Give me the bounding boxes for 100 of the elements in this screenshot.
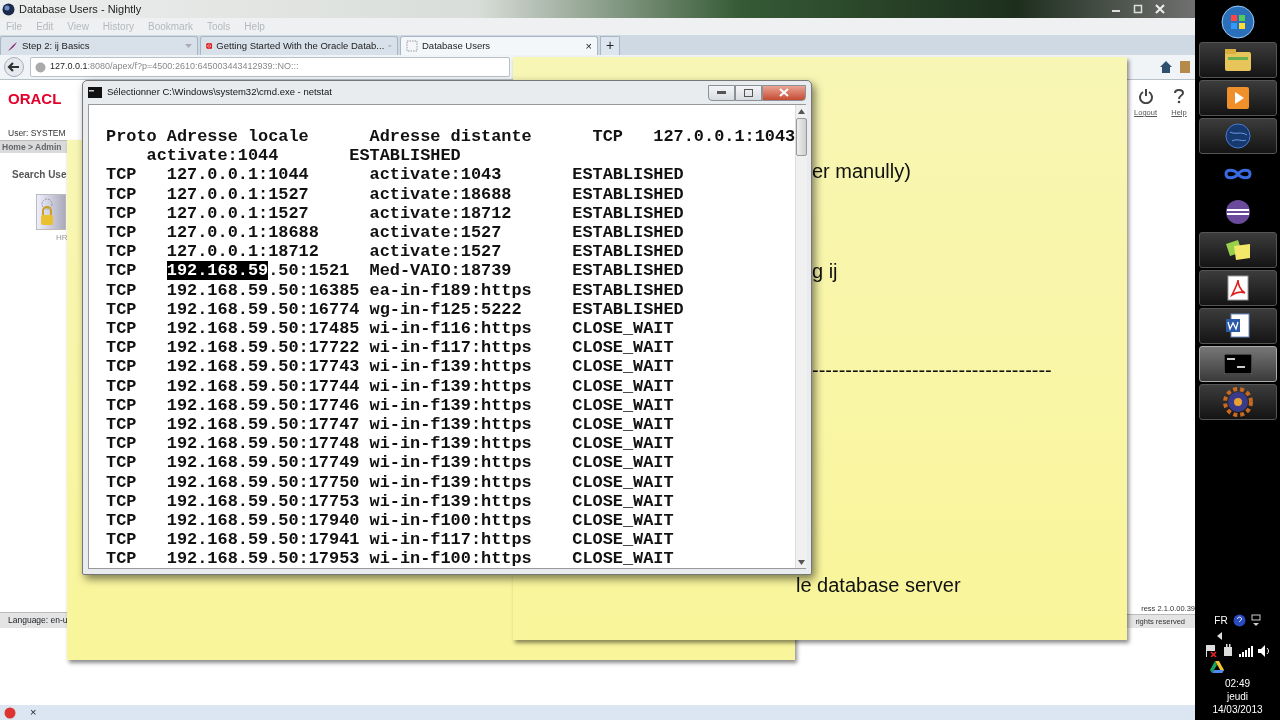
folder-icon	[1223, 48, 1252, 72]
taskbar-button[interactable]	[1198, 232, 1277, 268]
console-cell-text: wi-in-f100:https	[369, 549, 533, 569]
scroll-down-icon[interactable]	[798, 560, 806, 565]
console-cell-text: 192.168.59.50:17485	[166, 319, 361, 339]
console-cell-text: CLOSE_WAIT	[572, 472, 675, 492]
close-button[interactable]: ×	[30, 704, 37, 720]
console-cell-text: CLOSE_WAIT	[572, 357, 675, 377]
window-title: Database Users - Nightly	[19, 1, 142, 17]
user-label: User: SYSTEM	[8, 126, 66, 140]
infinity-icon[interactable]	[1222, 167, 1253, 181]
oracle-tab-icon	[206, 40, 213, 52]
console-cell-text: wi-in-f117:https	[369, 338, 533, 358]
console-cell-text: TCP	[106, 242, 138, 262]
language-bar-icon[interactable]	[1250, 614, 1261, 627]
maximize-button[interactable]	[735, 84, 762, 101]
console-cell-text: CLOSE_WAIT	[572, 491, 675, 512]
scroll-up-icon[interactable]	[798, 109, 806, 114]
power-plug-icon[interactable]	[1221, 644, 1234, 657]
console-cell-text: wi-in-f139:https	[369, 395, 533, 416]
minimize-button[interactable]	[708, 84, 735, 101]
console-cell-text: TCP	[106, 299, 138, 320]
console-cell-text: 192.168.59.50:17747	[166, 415, 361, 435]
console-cell-text: CLOSE_WAIT	[572, 549, 675, 569]
language-indicator[interactable]: FR	[1214, 613, 1228, 628]
console-cell-text: activate:1527	[369, 242, 503, 262]
console-cell-text: ESTABLISHED	[572, 242, 685, 262]
console-cell-text: wg-in-f125:5222	[369, 299, 523, 320]
close-button[interactable]	[762, 84, 806, 101]
console-cell-text: 127.0.0.1:1527	[166, 184, 310, 204]
console-cell-text: wi-in-f117:https	[369, 530, 533, 550]
console-cell-text: 192.168.59.50:16385	[166, 280, 361, 300]
taskbar-button[interactable]	[1198, 80, 1277, 116]
console-cell-text: CLOSE_WAIT	[572, 395, 675, 416]
taskbar-button[interactable]	[1198, 42, 1277, 78]
address-bar[interactable]: 127.0.0.1:8080/apex/f?p=4500:2610:645003443412939::NO:::	[30, 57, 510, 77]
flag-icon[interactable]	[1204, 644, 1217, 657]
drive-icon[interactable]	[1209, 661, 1224, 673]
back-icon[interactable]	[4, 57, 24, 77]
tab-close-button[interactable]: ×	[585, 37, 592, 55]
show-hidden-icon[interactable]	[1216, 632, 1222, 640]
console-cell-text: 192.168.59.50:1521	[166, 261, 351, 281]
console-cell-text: TCP	[106, 472, 138, 492]
console-cell-text: activate:18712	[369, 203, 513, 223]
close-icon[interactable]	[1155, 4, 1165, 14]
console-cell-text: activate:1527	[369, 223, 503, 243]
console-cell-text: TCP	[106, 491, 138, 512]
power-icon	[1137, 88, 1154, 104]
console-cell-text: ESTABLISHED	[572, 223, 685, 243]
home-icon[interactable]	[1159, 60, 1173, 74]
console-cell-text: ESTABLISHED	[572, 280, 685, 300]
note-text: ------------------------------------	[812, 359, 1052, 381]
console-cell-text: TCP	[106, 338, 138, 358]
console-cell-text: CLOSE_WAIT	[572, 376, 675, 396]
console-cell-text: 192.168.59.50:17941	[166, 530, 361, 550]
console-cell-text: 192.168.59.50:17743	[166, 357, 361, 377]
console-cell-text: TCP	[106, 511, 138, 531]
console-cell-text: 192.168.59.50:17750	[166, 472, 361, 492]
browser-tab[interactable]: Database Users ×	[400, 36, 598, 55]
console-cell-text: 127.0.0.1:18712	[166, 242, 320, 262]
volume-icon[interactable]	[1257, 644, 1271, 657]
console-cell-text: 192.168.59.50:17953	[166, 549, 361, 569]
sphere-icon[interactable]	[1224, 199, 1251, 225]
bookmark-icon[interactable]	[1179, 60, 1191, 74]
console-cell-text: wi-in-f100:https	[369, 511, 533, 531]
console-cell-text: TCP	[106, 415, 138, 435]
maximize-icon[interactable]	[1133, 4, 1143, 14]
oracle-logo: ORACL	[8, 89, 63, 109]
console-cell-text: ea-in-f189:https	[369, 280, 533, 300]
console-cell-text: 192.168.59.50:17746	[166, 395, 361, 416]
taskbar-button[interactable]	[1198, 346, 1277, 382]
window-title: Sélectionner C:\Windows\system32\cmd.exe - netstat	[107, 85, 332, 100]
scrollbar[interactable]	[795, 105, 808, 568]
signal-icon[interactable]	[1238, 644, 1253, 657]
start-orb-icon[interactable]	[1220, 5, 1255, 39]
note-text: le database server	[796, 574, 961, 596]
new-tab-button[interactable]: +	[600, 36, 620, 55]
browser-tab[interactable]: Getting Started With the Oracle Datab...	[200, 36, 398, 55]
console-cell-text: 192.168.59.50:17744	[166, 376, 361, 396]
browser-tab[interactable]: Step 2: ij Basics	[0, 36, 198, 55]
addon-icon[interactable]	[4, 706, 16, 719]
console-cell-text: 192.168.59.50:17748	[166, 434, 361, 454]
console-cell-text: wi-in-f139:https	[369, 472, 533, 492]
breadcrumb[interactable]: Home > Admin	[0, 140, 67, 153]
console-cell-text: TCP	[106, 319, 138, 339]
console-cell-text: wi-in-f139:https	[369, 357, 533, 377]
taskbar-button[interactable]	[1198, 270, 1277, 306]
console-cell-text: ESTABLISHED	[349, 146, 462, 166]
clock[interactable]: 02:49 jeudi 14/03/2013	[1212, 677, 1263, 716]
console-cell-text: 192.168.59.50:17722	[166, 338, 361, 358]
console-cell-text: TCP	[106, 203, 138, 223]
page-icon	[406, 40, 418, 52]
help-icon[interactable]	[1232, 614, 1246, 627]
console-cell-text: 192.168.59.50:17749	[166, 453, 361, 473]
console-cell-text: CLOSE_WAIT	[572, 338, 675, 358]
taskbar-button[interactable]	[1198, 308, 1277, 344]
console-cell-text: activate:1044	[146, 146, 280, 166]
scrollbar-thumb[interactable]	[796, 118, 808, 156]
console-cell-text: TCP	[106, 453, 138, 473]
pdf-icon	[1226, 275, 1249, 301]
